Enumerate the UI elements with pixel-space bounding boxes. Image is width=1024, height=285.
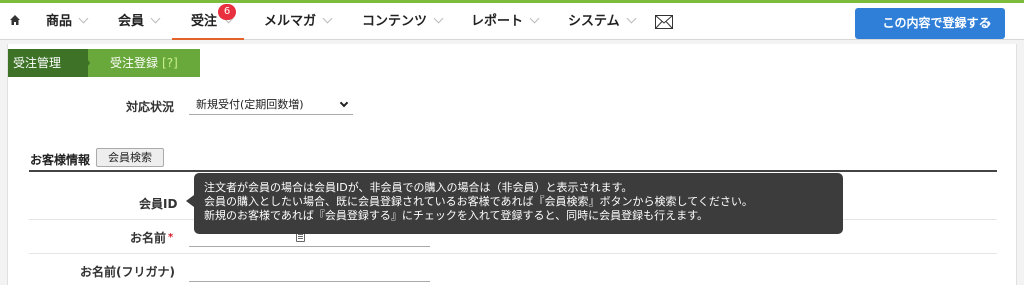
nav-item-mailmag[interactable]: メルマガ <box>264 3 333 40</box>
row-divider <box>29 253 997 254</box>
breadcrumb-order-management[interactable]: 受注管理 <box>8 49 88 77</box>
home-icon[interactable] <box>9 14 21 26</box>
tooltip-arrow <box>186 195 194 207</box>
status-label: 対応状況 <box>126 100 175 114</box>
member-id-tooltip: 注文者が会員の場合は会員IDが、非会員での購入の場合は（非会員）と表示されます。… <box>194 173 843 234</box>
nav-item-members[interactable]: 会員 <box>118 3 161 40</box>
tooltip-line: 新規のお客様であれば『会員登録する』にチェックを入れて登録すると、同時に会員登録… <box>204 209 709 222</box>
status-select[interactable]: 新規受付(定期回数増) <box>189 96 353 115</box>
chevron-down-icon <box>626 13 637 24</box>
breadcrumb-order-register: 受注登録 [?] <box>88 49 200 77</box>
required-mark: * <box>168 232 174 243</box>
mail-icon[interactable] <box>655 15 673 29</box>
section-divider <box>29 170 997 172</box>
name-kana-input[interactable] <box>189 281 430 282</box>
nav-item-contents[interactable]: コンテンツ <box>362 3 444 40</box>
chevron-right-icon: › <box>987 16 991 30</box>
member-id-label: 会員ID <box>139 197 178 211</box>
tooltip-line: 会員の購入としたい場合、既に会員登録されているお客様であれば『会員検索』ボタンか… <box>204 195 753 208</box>
chevron-down-icon <box>433 13 444 24</box>
name-kana-label: お名前(フリガナ) <box>80 265 175 279</box>
nav-item-reports[interactable]: レポート <box>471 3 540 40</box>
name-label: お名前 * <box>130 231 174 245</box>
chevron-down-icon <box>78 13 89 24</box>
orders-count-badge: 6 <box>218 4 236 20</box>
chevron-down-icon <box>322 13 333 24</box>
breadcrumb-arrow <box>80 49 90 77</box>
chevron-down-icon <box>339 98 349 108</box>
member-search-button[interactable]: 会員検索 <box>96 148 164 167</box>
nav-item-products[interactable]: 商品 <box>46 3 89 40</box>
top-navigation: 商品 会員 受注 6 メルマガ コンテンツ レポート システム この内容で登録す… <box>0 0 1024 40</box>
help-link[interactable]: [?] <box>162 56 178 70</box>
customer-info-heading: お客様情報 <box>30 153 91 167</box>
tooltip-line: 注文者が会員の場合は会員IDが、非会員での購入の場合は（非会員）と表示されます。 <box>204 181 633 194</box>
register-button[interactable]: この内容で登録する › <box>855 8 1005 39</box>
chevron-down-icon <box>150 13 161 24</box>
chevron-down-icon <box>529 13 540 24</box>
nav-item-system[interactable]: システム <box>568 3 637 40</box>
name-input[interactable] <box>189 246 430 247</box>
